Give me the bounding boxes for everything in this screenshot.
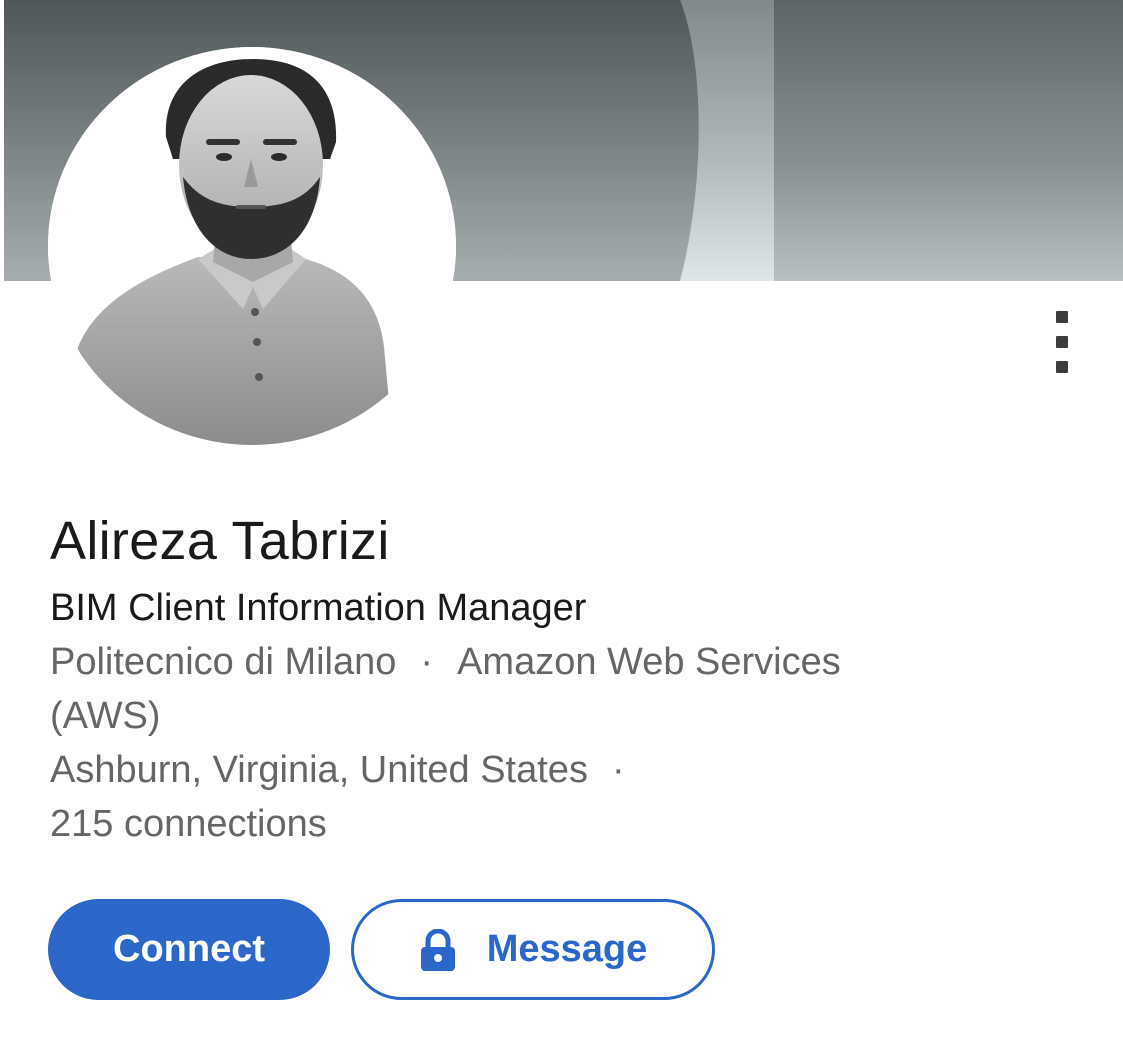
location-text: Ashburn, Virginia, United States (50, 749, 588, 791)
vertical-ellipsis-icon (1056, 311, 1068, 323)
profile-page: Alireza Tabrizi BIM Client Information M… (0, 0, 1123, 1049)
connect-button[interactable]: Connect (48, 899, 330, 1000)
location-line: Ashburn, Virginia, United States · (50, 745, 649, 795)
company-continued[interactable]: (AWS) (50, 691, 160, 741)
message-button-label: Message (486, 928, 648, 970)
company-link[interactable]: Amazon Web Services (457, 641, 841, 683)
separator-dot: · (420, 641, 434, 683)
education-company-line: Politecnico di Milano · Amazon Web Service… (50, 637, 841, 687)
message-button[interactable]: Message (351, 899, 715, 1000)
profile-name: Alireza Tabrizi (50, 511, 390, 571)
lock-icon (420, 928, 455, 971)
connections-count[interactable]: 215 connections (50, 799, 327, 849)
profile-headline: BIM Client Information Manager (50, 587, 587, 629)
connect-button-label: Connect (113, 928, 265, 970)
separator-dot: · (611, 749, 625, 791)
more-options-button[interactable] (1046, 306, 1078, 378)
education-link[interactable]: Politecnico di Milano (50, 641, 396, 683)
profile-avatar[interactable] (48, 47, 456, 445)
